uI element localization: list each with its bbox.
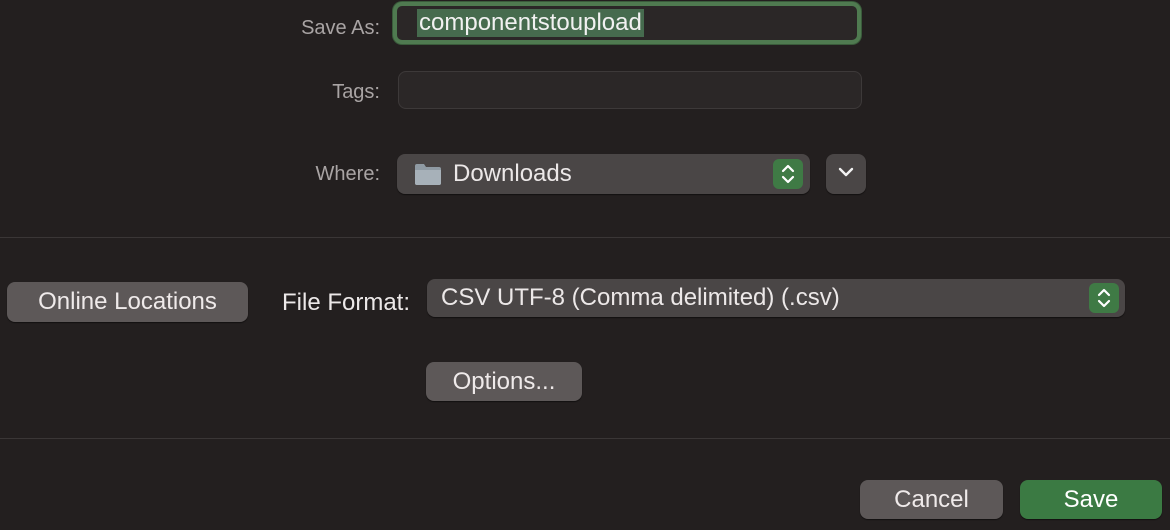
chevron-down-icon — [837, 165, 855, 184]
up-down-chevron-icon — [773, 159, 803, 189]
save-button[interactable]: Save — [1020, 480, 1162, 519]
up-down-chevron-icon — [1089, 283, 1119, 313]
folder-icon — [413, 161, 443, 187]
expand-dialog-button[interactable] — [826, 154, 866, 194]
save-as-label: Save As: — [301, 17, 380, 39]
file-format-selected: CSV UTF-8 (Comma delimited) (.csv) — [441, 284, 840, 311]
file-format-label: File Format: — [282, 289, 411, 316]
where-popup[interactable]: Downloads — [397, 154, 810, 194]
cancel-button[interactable]: Cancel — [860, 480, 1003, 519]
online-locations-button[interactable]: Online Locations — [7, 282, 248, 322]
where-label: Where: — [315, 163, 380, 185]
divider-bottom — [0, 438, 1170, 439]
save-as-input[interactable]: componentstoupload — [393, 2, 861, 44]
where-selected: Downloads — [453, 160, 572, 187]
save-as-value[interactable]: componentstoupload — [417, 9, 644, 37]
tags-label: Tags: — [332, 81, 380, 103]
divider-top — [0, 237, 1170, 238]
file-format-popup[interactable]: CSV UTF-8 (Comma delimited) (.csv) — [427, 279, 1125, 317]
tags-input[interactable] — [398, 71, 862, 109]
options-button[interactable]: Options... — [426, 362, 582, 401]
